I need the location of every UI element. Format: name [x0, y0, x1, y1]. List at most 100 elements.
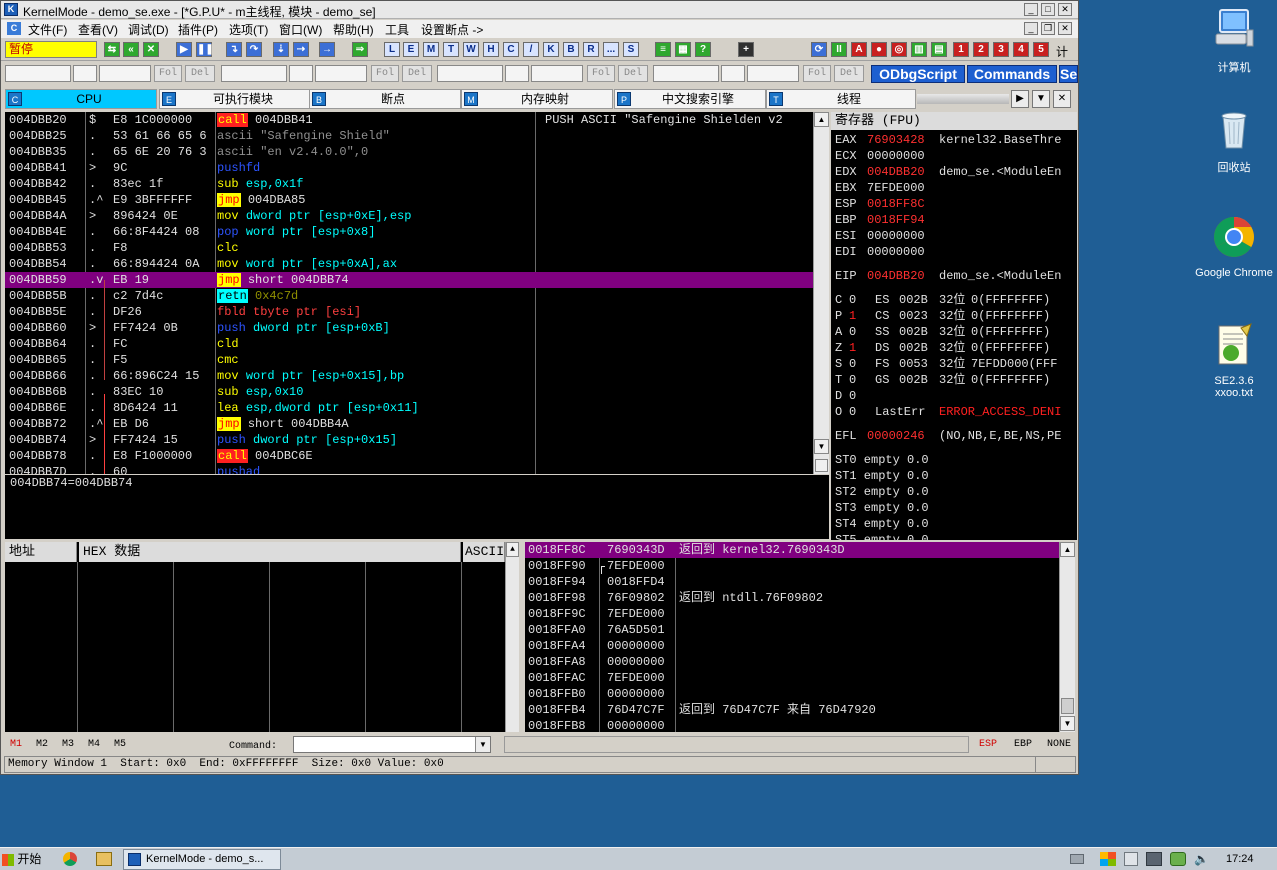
register-value[interactable]: 004DBB20	[867, 164, 939, 180]
help-icon[interactable]: ?	[695, 42, 711, 57]
addr-field-8[interactable]	[505, 65, 529, 82]
register-value[interactable]: 7EFDE000	[867, 180, 939, 196]
record-icon[interactable]: ●	[871, 42, 887, 57]
stack-scroll-thumb[interactable]	[1061, 698, 1074, 714]
odbgscript-button[interactable]: ODbgScript	[871, 65, 965, 83]
step-into-icon[interactable]: ↴	[226, 42, 242, 57]
addr-field-3[interactable]	[99, 65, 151, 82]
letter-a-icon[interactable]: A	[851, 42, 867, 57]
disasm-row[interactable]: 004DBB41 >9C pushfd	[5, 160, 813, 176]
toolbar-letter-E[interactable]: E	[403, 42, 419, 57]
disasm-row[interactable]: 004DBB74 > FF7424 15 push dword ptr [esp+0x…	[5, 432, 813, 448]
register-row-edi[interactable]: EDI 00000000	[835, 244, 939, 260]
memory-tab-m5[interactable]: M5	[114, 739, 126, 750]
addr-field-12[interactable]	[747, 65, 799, 82]
toolbar-letter-H[interactable]: H	[483, 42, 499, 57]
keyboard-icon[interactable]	[1070, 854, 1084, 864]
command-input[interactable]: ▼	[293, 736, 491, 753]
addr-field-4[interactable]	[221, 65, 287, 82]
mdi-minimize-button[interactable]: _	[1024, 22, 1038, 35]
scroll-down-icon[interactable]: ▼	[814, 439, 829, 454]
tray-network-icon[interactable]	[1170, 852, 1186, 866]
stack-scroll-down-icon[interactable]: ▼	[1060, 716, 1075, 731]
toolbar-letter-slash[interactable]: /	[523, 42, 539, 57]
addr-field-11[interactable]	[721, 65, 745, 82]
register-value[interactable]: 76903428	[867, 132, 939, 148]
disasm-row[interactable]: 004DBB5B. c2 7d4c retn 0x4c7d	[5, 288, 813, 304]
toolbar-letter-W[interactable]: W	[463, 42, 479, 57]
addr-field-7[interactable]	[437, 65, 503, 82]
stack-pane[interactable]: 0018FF8C 7690343D 返回到 kernel32.7690343D 001…	[525, 542, 1075, 732]
tab-modules[interactable]: E 可执行模块	[159, 89, 311, 109]
chrome-taskbar-icon[interactable]	[63, 852, 77, 866]
menu-set-breakpoint[interactable]: 设置断点 ->	[421, 21, 483, 38]
fpu-register-row[interactable]: ST2 empty 0.0	[835, 484, 929, 500]
del-button-4[interactable]: Del	[834, 65, 864, 82]
explorer-taskbar-icon[interactable]	[96, 852, 112, 866]
refresh-icon[interactable]: ⟳	[811, 42, 827, 57]
register-value[interactable]: 00000000	[867, 244, 939, 260]
addr-field-9[interactable]	[531, 65, 583, 82]
register-value[interactable]: 00000246	[867, 428, 939, 444]
register-row-edx[interactable]: EDX 004DBB20 demo_se.<ModuleEn	[835, 164, 1061, 180]
flag-value[interactable]: 1	[849, 308, 875, 324]
fol-button-2[interactable]: Fol	[371, 65, 399, 82]
toolbar-letter-dots[interactable]: ...	[603, 42, 619, 57]
flag-row[interactable]: S 0 FS 0053 32位 7EFDD000(FFF	[835, 356, 1057, 372]
disasm-row[interactable]: 004DBB42. 83ec 1f sub esp,0x1f	[5, 176, 813, 192]
stack-row[interactable]: 0018FFB0 00000000	[525, 686, 1061, 702]
mdi-restore-button[interactable]: ❐	[1041, 22, 1055, 35]
disasm-row[interactable]: 004DBB78. E8 F1000000 call 004DBC6E	[5, 448, 813, 464]
stack-row[interactable]: 0018FF94 0018FFD4	[525, 574, 1061, 590]
menu-tools[interactable]: 工具	[385, 21, 409, 38]
flag-value[interactable]: 0	[849, 404, 875, 420]
run-icon[interactable]: ▶	[176, 42, 192, 57]
disasm-row[interactable]: 004DBB60 > FF7424 0B push dword ptr [esp+0x…	[5, 320, 813, 336]
addr-field-1[interactable]	[5, 65, 71, 82]
dump-address-header[interactable]: 地址	[5, 542, 77, 562]
register-value[interactable]: 00000000	[867, 148, 939, 164]
restart-icon[interactable]: «	[123, 42, 139, 57]
del-button-3[interactable]: Del	[618, 65, 648, 82]
memory-tab-m3[interactable]: M3	[62, 739, 74, 750]
dump-scroll-up-icon[interactable]: ▲	[506, 542, 519, 557]
addr-field-2[interactable]	[73, 65, 97, 82]
desktop-text-file[interactable]: SE2.3.6 xxoo.txt	[1194, 322, 1274, 399]
stack-row[interactable]: 0018FF98 76F09802 返回到 ntdll.76F09802	[525, 590, 1061, 606]
fpu-register-row[interactable]: ST5 empty 0.0	[835, 532, 929, 540]
memory-tab-m1[interactable]: M1	[10, 739, 22, 750]
flag-row[interactable]: O 0 LastErr ERROR_ACCESS_DENI	[835, 404, 1061, 420]
flag-value[interactable]: 0	[849, 292, 875, 308]
tab-scroll-right-icon[interactable]: ▶	[1011, 90, 1029, 108]
register-value[interactable]: 0018FF94	[867, 212, 939, 228]
bookmark-5-button[interactable]: 5	[1033, 42, 1049, 57]
minimize-button[interactable]: _	[1024, 3, 1038, 16]
fol-button-1[interactable]: Fol	[154, 65, 182, 82]
flag-value[interactable]: 0	[849, 356, 875, 372]
disasm-row[interactable]: 004DBB72 .^ EB D6 jmp short 004DBB4A	[5, 416, 813, 432]
disasm-row[interactable]: 004DBB5E. DF26 fbld tbyte ptr [esi]	[5, 304, 813, 320]
stack-row[interactable]: 0018FFA0 76A5D501	[525, 622, 1061, 638]
toolbar-letter-K[interactable]: K	[543, 42, 559, 57]
flag-row[interactable]: A 0 SS 002B 32位 0(FFFFFFFF)	[835, 324, 1050, 340]
disasm-row[interactable]: 004DBB6E. 8D6424 11 lea esp,dword ptr [esp…	[5, 400, 813, 416]
memory-dump-pane[interactable]: 地址 HEX 数据 ASCII ▲	[5, 542, 519, 732]
bookmark-1-button[interactable]: 1	[953, 42, 969, 57]
trace-into-icon[interactable]: ⇣	[273, 42, 289, 57]
list-icon[interactable]: ≡	[655, 42, 671, 57]
menu-plugins[interactable]: 插件(P)	[178, 21, 218, 38]
desktop-chrome[interactable]: Google Chrome	[1194, 214, 1274, 279]
plus-icon[interactable]: +	[738, 42, 754, 57]
stack-row[interactable]: 0018FFB4 76D47C7F 返回到 76D47C7F 来自 76D47920	[525, 702, 1061, 718]
addr-field-5[interactable]	[289, 65, 313, 82]
scroll-up-icon[interactable]: ▲	[814, 112, 829, 127]
disassembly-scrollbar[interactable]: ▲ ▼	[813, 112, 829, 474]
volume-icon[interactable]: 🔈	[1194, 852, 1209, 866]
tab-dropdown-icon[interactable]: ▼	[1032, 90, 1050, 108]
grid-icon[interactable]: ▦	[675, 42, 691, 57]
toolbar-letter-L[interactable]: L	[384, 42, 400, 57]
flag-row[interactable]: D0	[835, 388, 971, 404]
flag-value[interactable]: 1	[849, 340, 875, 356]
register-row-esp[interactable]: ESP 0018FF8C	[835, 196, 939, 212]
flag-value[interactable]: 0	[849, 324, 875, 340]
